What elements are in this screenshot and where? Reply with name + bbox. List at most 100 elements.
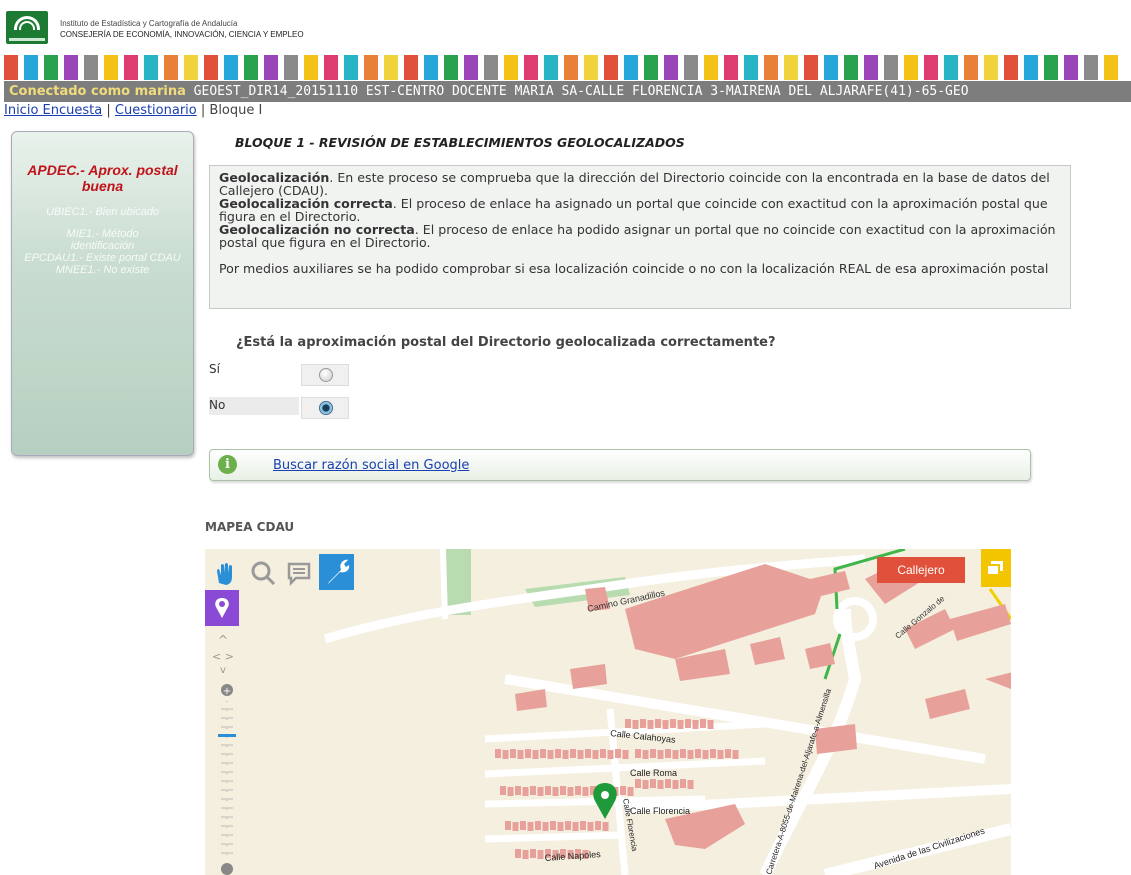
stripe-square [444, 55, 458, 80]
question-text: ¿Está la aproximación postal del Directo… [236, 335, 776, 350]
radio-no-box[interactable] [301, 397, 349, 419]
search-icon[interactable] [249, 559, 277, 587]
house [700, 719, 706, 728]
street-label: Calle Roma [630, 768, 677, 778]
building [985, 672, 1011, 689]
stripe-square [1024, 55, 1038, 80]
stripe-square [184, 55, 198, 80]
sidebar-item[interactable]: UBIEC1.- Bien ubicado [12, 206, 193, 218]
house [687, 750, 694, 759]
stripe-square [844, 55, 858, 80]
building [950, 604, 1011, 641]
sidebar-title: APDEC.- Aprox. postal buena [27, 162, 178, 194]
stripe-square [604, 55, 618, 80]
radio-si-box[interactable] [301, 364, 349, 386]
house [680, 749, 686, 758]
user-bar: Conectado como marina GEOEST_DIR14_20151… [4, 81, 1131, 102]
street-label: Calle Florencia [630, 806, 690, 816]
house [642, 780, 649, 789]
stripe-square [1044, 55, 1058, 80]
radio-si[interactable] [319, 368, 333, 382]
stripe-square [424, 55, 438, 80]
survey-info: GEOEST_DIR14_20151110 EST-CENTRO DOCENTE… [185, 84, 969, 99]
stripe-square [644, 55, 658, 80]
house [532, 750, 539, 759]
breadcrumb-separator: | [102, 103, 115, 118]
stripe-square [764, 55, 778, 80]
radio-no[interactable] [319, 401, 333, 415]
house [672, 750, 679, 759]
house [732, 750, 739, 759]
sidebar-item[interactable]: MIE1.- Método identificación [12, 228, 193, 252]
house [725, 749, 731, 758]
house [662, 720, 669, 729]
stripe-square [804, 55, 818, 80]
location-marker-button[interactable] [205, 590, 239, 626]
house [680, 779, 686, 788]
house [655, 719, 661, 728]
house [632, 720, 639, 729]
stripe-square [904, 55, 918, 80]
breadcrumb-questionnaire-link[interactable]: Cuestionario [115, 103, 197, 118]
building [750, 637, 785, 665]
department-name: CONSEJERÍA DE ECONOMÍA, INNOVACIÓN, CIEN… [60, 30, 304, 39]
house [537, 787, 544, 796]
stripe-square [824, 55, 838, 80]
stripe-square [104, 55, 118, 80]
layers-icon[interactable] [981, 549, 1011, 587]
stripe-square [124, 55, 138, 80]
house [495, 749, 501, 758]
house [707, 720, 714, 729]
wrench-icon[interactable] [319, 554, 354, 590]
stripe-square [564, 55, 578, 80]
stripe-square [264, 55, 278, 80]
house [580, 821, 586, 830]
stripe-square [344, 55, 358, 80]
google-search-link[interactable]: Buscar razón social en Google [273, 458, 469, 473]
house [500, 786, 506, 795]
stripe-square [584, 55, 598, 80]
house [575, 786, 581, 795]
location-pin-icon [593, 783, 617, 819]
junta-logo [6, 11, 48, 44]
map-canvas[interactable]: Camino Granadillos Calle Gonzalo de Call… [205, 549, 1011, 875]
house [620, 786, 626, 795]
sidebar-item[interactable]: EPCDAU1.- Existe portal CDAU [12, 252, 193, 264]
house [600, 749, 606, 758]
stripe-square [1004, 55, 1018, 80]
breadcrumb-home-link[interactable]: Inicio Encuesta [4, 103, 102, 118]
institute-name: Instituto de Estadística y Cartografía d… [60, 19, 238, 28]
house [572, 822, 579, 831]
stripe-square [1084, 55, 1098, 80]
zoom-controls: ^ < > v + [212, 633, 236, 875]
stripe-square [164, 55, 178, 80]
house [570, 749, 576, 758]
sidebar-panel: APDEC.- Aprox. postal buena UBIEC1.- Bie… [11, 131, 194, 456]
stripe-square [944, 55, 958, 80]
pan-hand-icon[interactable] [211, 559, 239, 587]
map-viewer[interactable]: Camino Granadillos Calle Gonzalo de Call… [205, 549, 1011, 875]
house [657, 780, 664, 789]
stripe-square [984, 55, 998, 80]
house [515, 786, 521, 795]
building [925, 689, 970, 719]
house [547, 750, 554, 759]
house [585, 749, 591, 758]
pan-down-icon: v [220, 665, 226, 676]
house [685, 719, 691, 728]
house [642, 750, 649, 759]
stripe-square [284, 55, 298, 80]
comment-icon[interactable] [285, 559, 313, 587]
sidebar-item[interactable]: MNEE1.- No existe [12, 264, 193, 276]
stripe-square [664, 55, 678, 80]
stripe-square [1064, 55, 1078, 80]
street-label: Carretera-A-8055-de-Mairena-del-Aljarafe… [764, 687, 833, 875]
geo-text: . En este proceso se comprueba que la di… [219, 170, 1050, 198]
stripe-square [924, 55, 938, 80]
building [570, 664, 607, 689]
stripe-square [364, 55, 378, 80]
callejero-layer-button[interactable]: Callejero [877, 557, 965, 583]
house [512, 822, 519, 831]
house [650, 749, 656, 758]
pan-up-icon: ^ [218, 633, 228, 647]
